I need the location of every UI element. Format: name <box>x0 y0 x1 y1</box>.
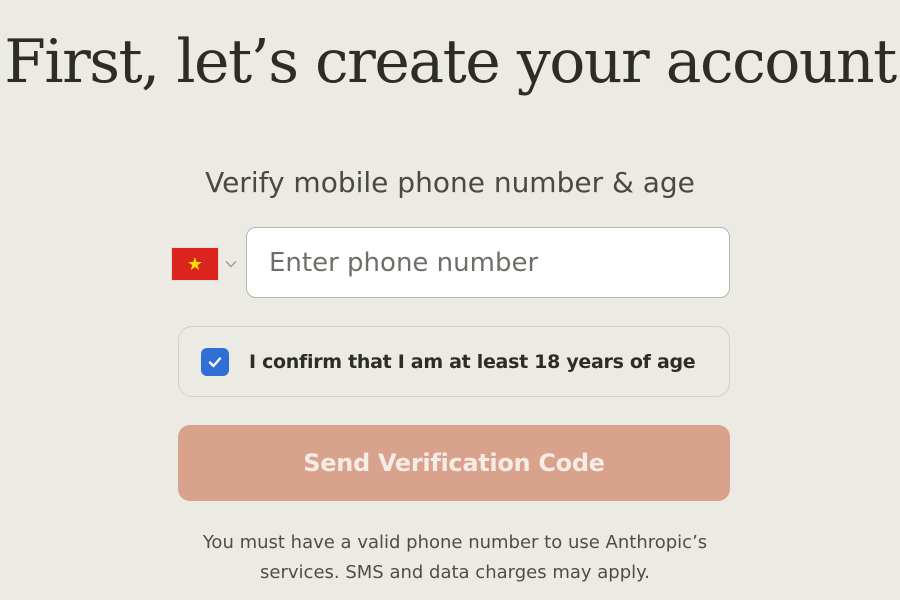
phone-number-input[interactable] <box>246 227 730 298</box>
vietnam-flag-icon: ★ <box>172 248 218 280</box>
page-title: First, let’s create your account <box>4 27 897 97</box>
age-confirmation-box[interactable]: I confirm that I am at least 18 years of… <box>178 326 730 397</box>
chevron-down-icon <box>224 257 238 271</box>
checkmark-icon <box>208 356 222 367</box>
send-verification-code-button[interactable]: Send Verification Code <box>178 425 730 501</box>
age-confirm-label: I confirm that I am at least 18 years of… <box>249 350 696 373</box>
disclaimer-line-2: services. SMS and data charges may apply… <box>260 562 650 583</box>
age-confirm-checkbox[interactable] <box>201 347 229 376</box>
disclaimer-line-1: You must have a valid phone number to us… <box>202 532 708 553</box>
sms-disclaimer: You must have a valid phone number to us… <box>150 528 760 588</box>
form-subtitle: Verify mobile phone number & age <box>205 166 695 199</box>
country-code-select[interactable]: ★ <box>172 244 242 284</box>
